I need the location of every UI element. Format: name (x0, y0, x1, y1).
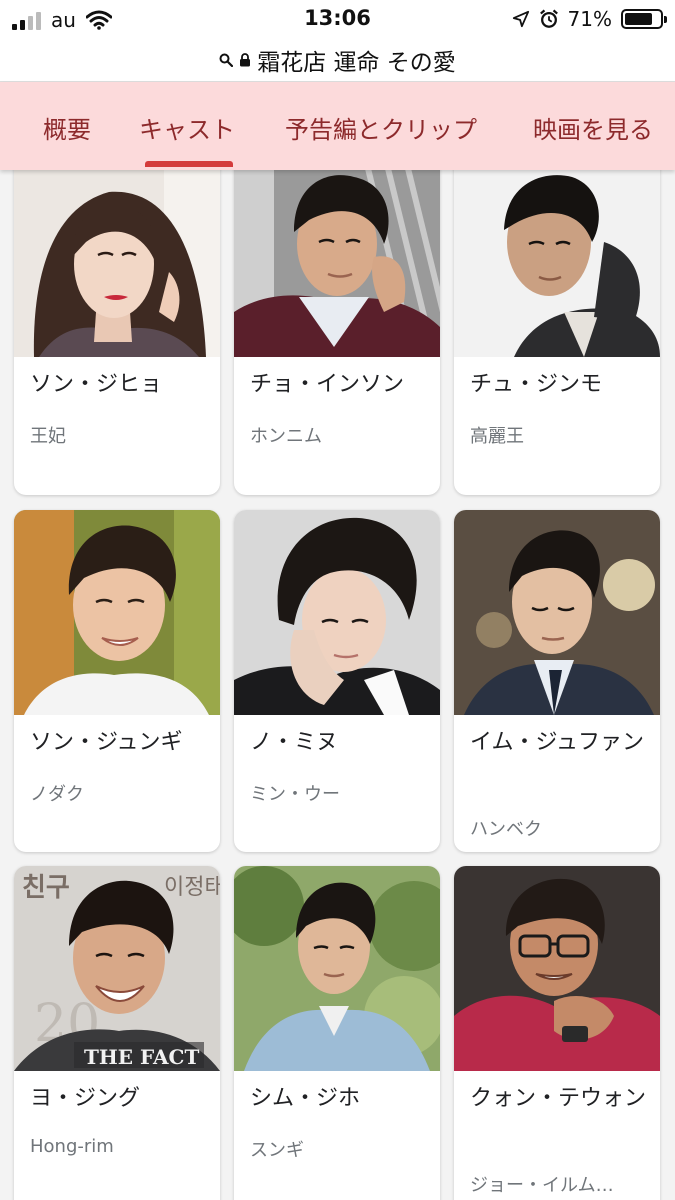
cast-card[interactable]: シム・ジホ スンギ (234, 866, 440, 1200)
photo-watermark: THE FACT (84, 1045, 199, 1069)
svg-text:이정태: 이정태 (164, 875, 220, 900)
cast-role: ジョー・イルム… (470, 1175, 614, 1196)
cast-role: ホンニム (250, 426, 322, 447)
cast-role: 王妃 (30, 426, 66, 447)
battery-icon (621, 9, 667, 29)
tab-bar: 概要 キャスト 予告編とクリップ 映画を見る (0, 82, 675, 170)
cast-photo (454, 152, 660, 357)
cast-photo: 친구 이정태 20 THE FACT (14, 866, 220, 1071)
cast-photo (454, 510, 660, 715)
active-tab-indicator (145, 161, 233, 167)
cast-photo (234, 866, 440, 1071)
cast-role: スンギ (250, 1140, 304, 1161)
cast-photo (14, 152, 220, 357)
cast-card[interactable]: クォン・テウォン ジョー・イルム… (454, 866, 660, 1200)
cast-photo (454, 866, 660, 1071)
cast-name: チョ・インソン (250, 372, 405, 397)
cast-name: イム・ジュファン (470, 730, 645, 755)
status-bar: au 13:06 71% (0, 0, 675, 38)
cast-card[interactable]: チュ・ジンモ 高麗王 (454, 152, 660, 495)
cast-card[interactable]: ノ・ミヌ ミン・ウー (234, 510, 440, 852)
tab-cast[interactable]: キャスト (139, 110, 235, 145)
cast-role: ノダク (30, 784, 84, 805)
cast-photo (234, 510, 440, 715)
cast-name: クォン・テウォン (470, 1086, 647, 1111)
tab-watch[interactable]: 映画を見る (533, 110, 653, 145)
cast-role: ハンベク (470, 819, 542, 840)
cast-card[interactable]: イム・ジュファン ハンベク (454, 510, 660, 852)
cast-name: ノ・ミヌ (250, 730, 339, 755)
page-title: 霜花店 運命 その愛 (257, 49, 456, 76)
cast-photo (234, 152, 440, 357)
cast-name: ソン・ジュンギ (30, 730, 183, 755)
tab-trailers[interactable]: 予告編とクリップ (285, 110, 477, 145)
location-arrow-icon (512, 10, 529, 28)
cast-card[interactable]: 친구 이정태 20 THE FACT ヨ・ジング Hong-rim (14, 866, 220, 1200)
cast-name: ヨ・ジング (30, 1086, 141, 1111)
battery-percentage: 71% (567, 7, 612, 31)
cast-role: 高麗王 (470, 426, 524, 447)
cast-card[interactable]: ソン・ジュンギ ノダク (14, 510, 220, 852)
svg-text:친구: 친구 (22, 873, 70, 903)
lock-icon (240, 52, 251, 66)
tab-overview[interactable]: 概要 (43, 110, 91, 145)
cast-name: シム・ジホ (250, 1086, 361, 1111)
cast-name: チュ・ジンモ (470, 372, 603, 397)
cast-card[interactable]: ソン・ジヒョ 王妃 (14, 152, 220, 495)
alarm-clock-icon (539, 9, 558, 28)
search-icon (219, 53, 234, 67)
address-bar[interactable]: 霜花店 運命 その愛 (0, 38, 675, 82)
cast-role: ミン・ウー (250, 784, 340, 805)
cast-card[interactable]: チョ・インソン ホンニム (234, 152, 440, 495)
cast-photo (14, 510, 220, 715)
cast-name: ソン・ジヒョ (30, 372, 163, 397)
cast-role: Hong-rim (30, 1136, 114, 1157)
